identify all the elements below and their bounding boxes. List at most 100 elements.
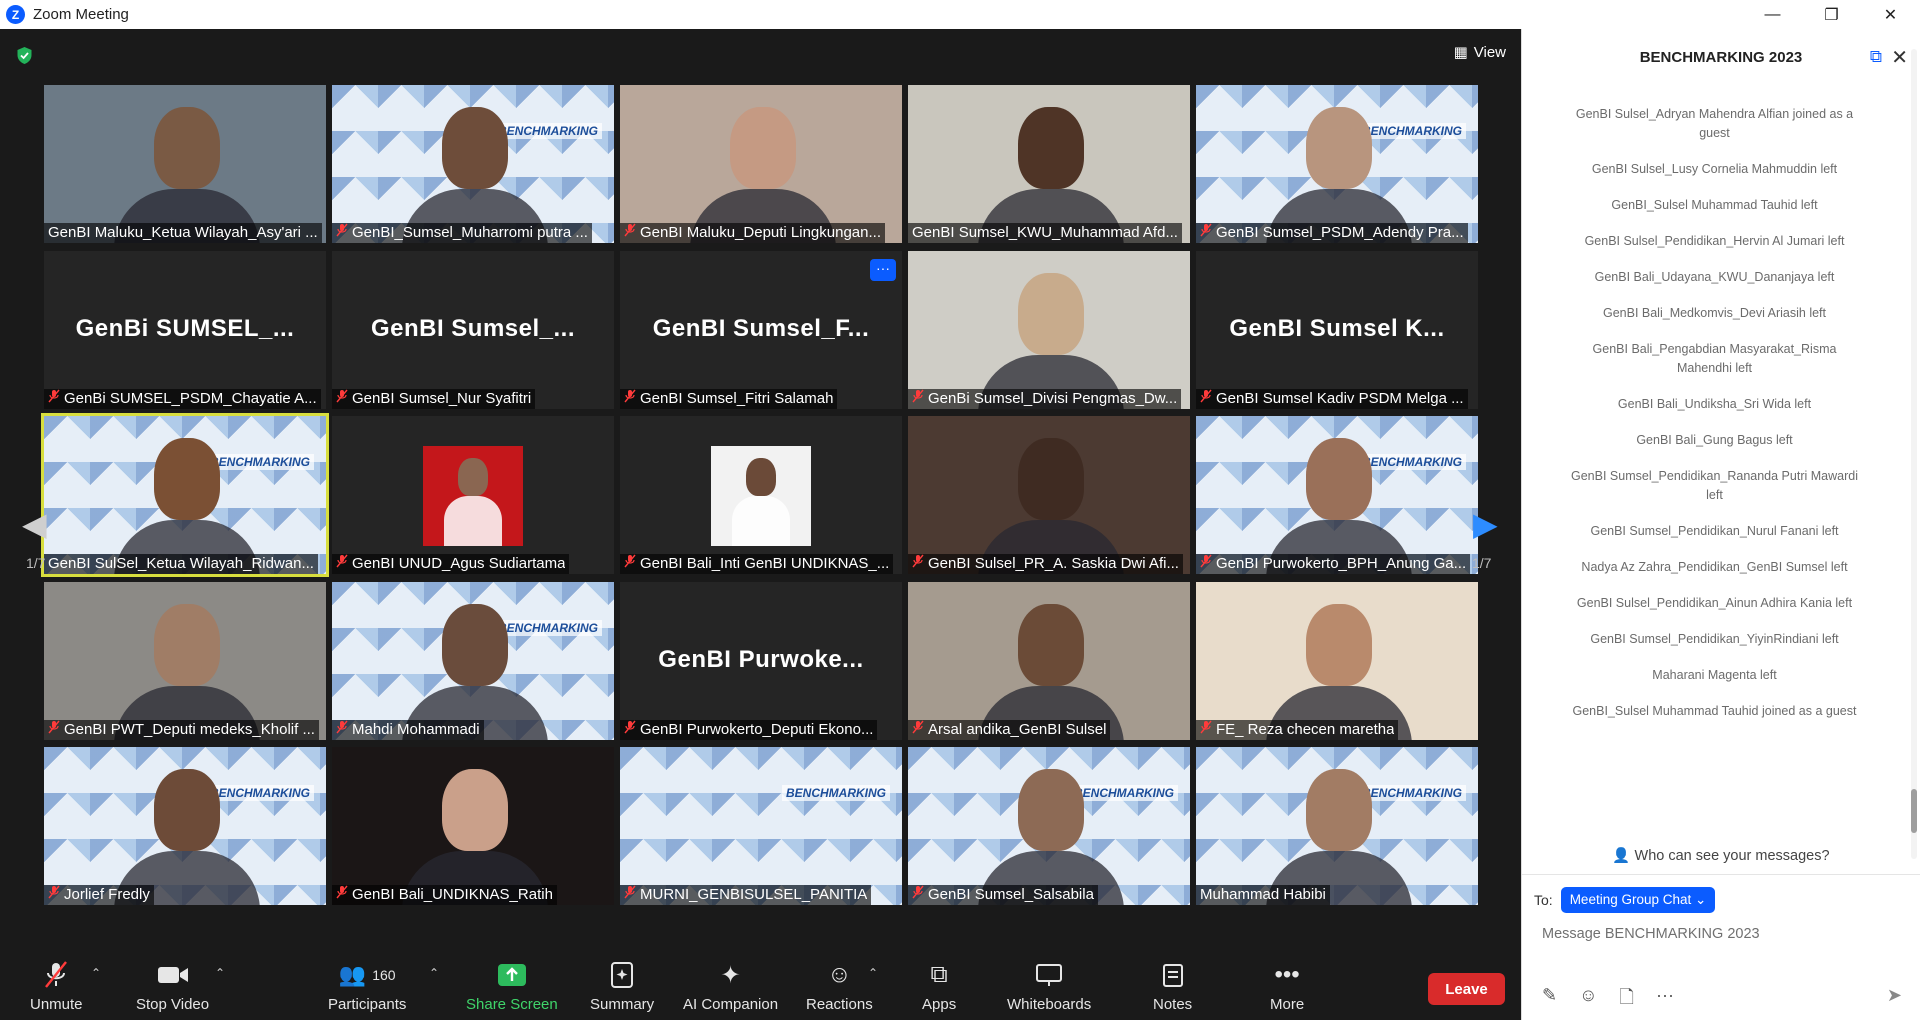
participants-options-caret-icon[interactable]: ⌃ (429, 966, 439, 980)
participant-tile[interactable]: GenBi SUMSEL_... GenBi SUMSEL_PSDM_Chayat… (44, 251, 326, 409)
summary-icon (610, 960, 634, 990)
participant-tile[interactable]: Arsal andika_GenBI Sulsel (908, 582, 1190, 740)
previous-page-arrow[interactable]: ◀ (22, 505, 47, 543)
video-options-caret-icon[interactable]: ⌃ (215, 966, 225, 980)
muted-mic-icon (336, 554, 348, 574)
participant-name-label: GenBI Bali_Inti GenBI UNDIKNAS_... (620, 554, 894, 574)
participant-name: GenBI UNUD_Agus Sudiartama (352, 555, 566, 572)
stop-video-label: Stop Video (136, 996, 210, 1013)
muted-mic-icon (336, 720, 348, 740)
participant-tile[interactable]: GenBI Sumsel_KWU_Muhammad Afd... (908, 85, 1190, 243)
chat-scrollbar[interactable] (1911, 49, 1917, 859)
share-screen-label: Share Screen (466, 996, 558, 1013)
popout-icon[interactable]: ⧉ (1870, 47, 1882, 67)
participant-name: FE_ Reza checen maretha (1216, 721, 1395, 738)
participant-name-label: GenBI PWT_Deputi medeks_Kholif ... (44, 720, 319, 740)
participant-name: GenBI Sumsel_Nur Syafitri (352, 390, 532, 407)
chat-system-message: GenBI Sulsel_Adryan Mahendra Alfian join… (1575, 107, 1854, 140)
minimize-button[interactable]: — (1743, 0, 1802, 29)
microphone-muted-icon (43, 960, 69, 990)
participant-tile[interactable]: BENCHMARKING GenBI Sumsel_PSDM_Adendy Pra… (1196, 85, 1478, 243)
page-indicator-right: 1/7 (1472, 555, 1492, 571)
unmute-label: Unmute (30, 996, 83, 1013)
file-icon[interactable]: 🗋 (1619, 985, 1633, 1015)
close-chat-icon[interactable]: ✕ (1891, 45, 1908, 70)
participant-tile[interactable]: GenBI Purwoke... GenBI Purwokerto_Deputi … (620, 582, 902, 740)
more-button[interactable]: ••• More (1270, 960, 1304, 1013)
participant-tile[interactable]: BENCHMARKING GenBI Sumsel_Salsabila (908, 747, 1190, 905)
video-camera-icon (157, 960, 189, 990)
participant-tile[interactable]: GenBI Bali_Inti GenBI UNDIKNAS_... (620, 416, 902, 574)
who-can-see-link[interactable]: 👤 Who can see your messages? (1522, 847, 1920, 864)
restore-button[interactable]: ❐ (1802, 0, 1861, 29)
encryption-shield-icon[interactable] (16, 46, 33, 65)
summary-button[interactable]: Summary (590, 960, 654, 1013)
banner-text: BENCHMARKING (1358, 123, 1466, 139)
participant-name-label: GenBI SulSel_Ketua Wilayah_Ridwan... (44, 554, 318, 574)
participant-tile[interactable]: GenBi Sumsel_Divisi Pengmas_Dw... (908, 251, 1190, 409)
recipient-select[interactable]: Meeting Group Chat ⌄ (1560, 887, 1716, 913)
ai-companion-button[interactable]: ✦ AI Companion (683, 960, 778, 1014)
emoji-icon[interactable]: ☺ (1579, 985, 1597, 1015)
participant-tile[interactable]: BENCHMARKING Mahdi Mohammadi (332, 582, 614, 740)
participants-label: Participants (328, 996, 407, 1013)
participant-name: GenBI Bali_UNDIKNAS_Ratih (352, 886, 553, 903)
participant-tile[interactable]: BENCHMARKING MURNI_GENBISULSEL_PANITIA (620, 747, 902, 905)
reactions-button[interactable]: ☺ Reactions (806, 960, 873, 1013)
audio-options-caret-icon[interactable]: ⌃ (91, 966, 101, 980)
participant-face (1306, 769, 1372, 851)
participant-tile[interactable]: GenBI Sulsel_PR_A. Saskia Dwi Afi... (908, 416, 1190, 574)
banner-text: BENCHMARKING (1358, 785, 1466, 801)
reactions-options-caret-icon[interactable]: ⌃ (868, 966, 878, 980)
muted-mic-icon (912, 720, 924, 740)
participant-tile[interactable]: GenBI PWT_Deputi medeks_Kholif ... (44, 582, 326, 740)
participant-tile[interactable]: GenBI Maluku_Ketua Wilayah_Asy'ari ... (44, 85, 326, 243)
participant-display-name: GenBi SUMSEL_... (75, 315, 295, 342)
participant-name: Mahdi Mohammadi (352, 721, 480, 738)
more-options-icon[interactable]: ··· (1656, 985, 1674, 1015)
message-input[interactable]: Message BENCHMARKING 2023 (1542, 926, 1760, 942)
smiley-plus-icon: ☺ (827, 961, 852, 988)
leave-button[interactable]: Leave (1428, 973, 1505, 1005)
participant-name: GenBI Bali_Inti GenBI UNDIKNAS_... (640, 555, 890, 572)
participant-tile[interactable]: GenBI Sumsel_F... ··· GenBI Sumsel_Fitri S… (620, 251, 902, 409)
stop-video-button[interactable]: Stop Video (136, 960, 209, 1013)
participant-tile[interactable]: BENCHMARKING GenBI Purwokerto_BPH_Anung G… (1196, 416, 1478, 574)
participant-name: GenBI Sumsel_Fitri Salamah (640, 390, 834, 407)
participant-tile[interactable]: GenBI Bali_UNDIKNAS_Ratih (332, 747, 614, 905)
participant-tile[interactable]: BENCHMARKING Jorlief Fredly (44, 747, 326, 905)
meeting-toolbar: Unmute ⌃ Stop Video ⌃ 👥 160 Participants … (0, 944, 1521, 1020)
participant-name: GenBI Sumsel_Salsabila (928, 886, 1094, 903)
chat-system-message: GenBI Bali_Medkomvis_Devi Ariasih left (1602, 306, 1826, 320)
muted-mic-icon (624, 389, 636, 409)
next-page-arrow[interactable]: ▶ (1473, 505, 1498, 543)
view-button[interactable]: ▦ View (1454, 41, 1506, 63)
send-icon[interactable]: ➤ (1887, 985, 1902, 1006)
participant-face (442, 604, 508, 686)
participant-tile[interactable]: GenBI UNUD_Agus Sudiartama (332, 416, 614, 574)
participant-face (1306, 438, 1372, 520)
unmute-button[interactable]: Unmute (30, 960, 83, 1013)
participant-tile[interactable]: BENCHMARKING Muhammad Habibi (1196, 747, 1478, 905)
participant-tile[interactable]: BENCHMARKING GenBI_Sumsel_Muharromi putra… (332, 85, 614, 243)
participant-display-name: GenBI Purwoke... (658, 646, 864, 673)
participant-tile[interactable]: GenBI Maluku_Deputi Lingkungan... (620, 85, 902, 243)
share-screen-button[interactable]: Share Screen (466, 960, 558, 1013)
video-grid: GenBI Maluku_Ketua Wilayah_Asy'ari ... BE… (41, 85, 1480, 905)
close-window-button[interactable]: ✕ (1861, 0, 1920, 29)
virtual-background (620, 747, 902, 905)
participant-tile[interactable]: GenBI Sumsel K... GenBI Sumsel Kadiv PSDM… (1196, 251, 1478, 409)
tile-more-options-button[interactable]: ··· (870, 259, 896, 281)
participants-icon: 👥 160 (338, 962, 396, 987)
format-text-icon[interactable]: ✎ (1542, 985, 1557, 1015)
participants-button[interactable]: 👥 160 Participants (328, 960, 406, 1013)
notes-button[interactable]: Notes (1153, 960, 1192, 1013)
apps-button[interactable]: ⧉ Apps (922, 960, 956, 1013)
participant-tile[interactable]: BENCHMARKING GenBI SulSel_Ketua Wilayah_R… (41, 413, 329, 577)
participant-tile[interactable]: GenBI Sumsel_... GenBI Sumsel_Nur Syafitr… (332, 251, 614, 409)
participant-name-label: GenBI Sumsel_Nur Syafitri (332, 389, 536, 409)
whiteboards-button[interactable]: Whiteboards (1007, 960, 1091, 1013)
participant-tile[interactable]: FE_ Reza checen maretha (1196, 582, 1478, 740)
participant-name-label: GenBI Purwokerto_Deputi Ekono... (620, 720, 878, 740)
scrollbar-thumb[interactable] (1911, 789, 1917, 833)
